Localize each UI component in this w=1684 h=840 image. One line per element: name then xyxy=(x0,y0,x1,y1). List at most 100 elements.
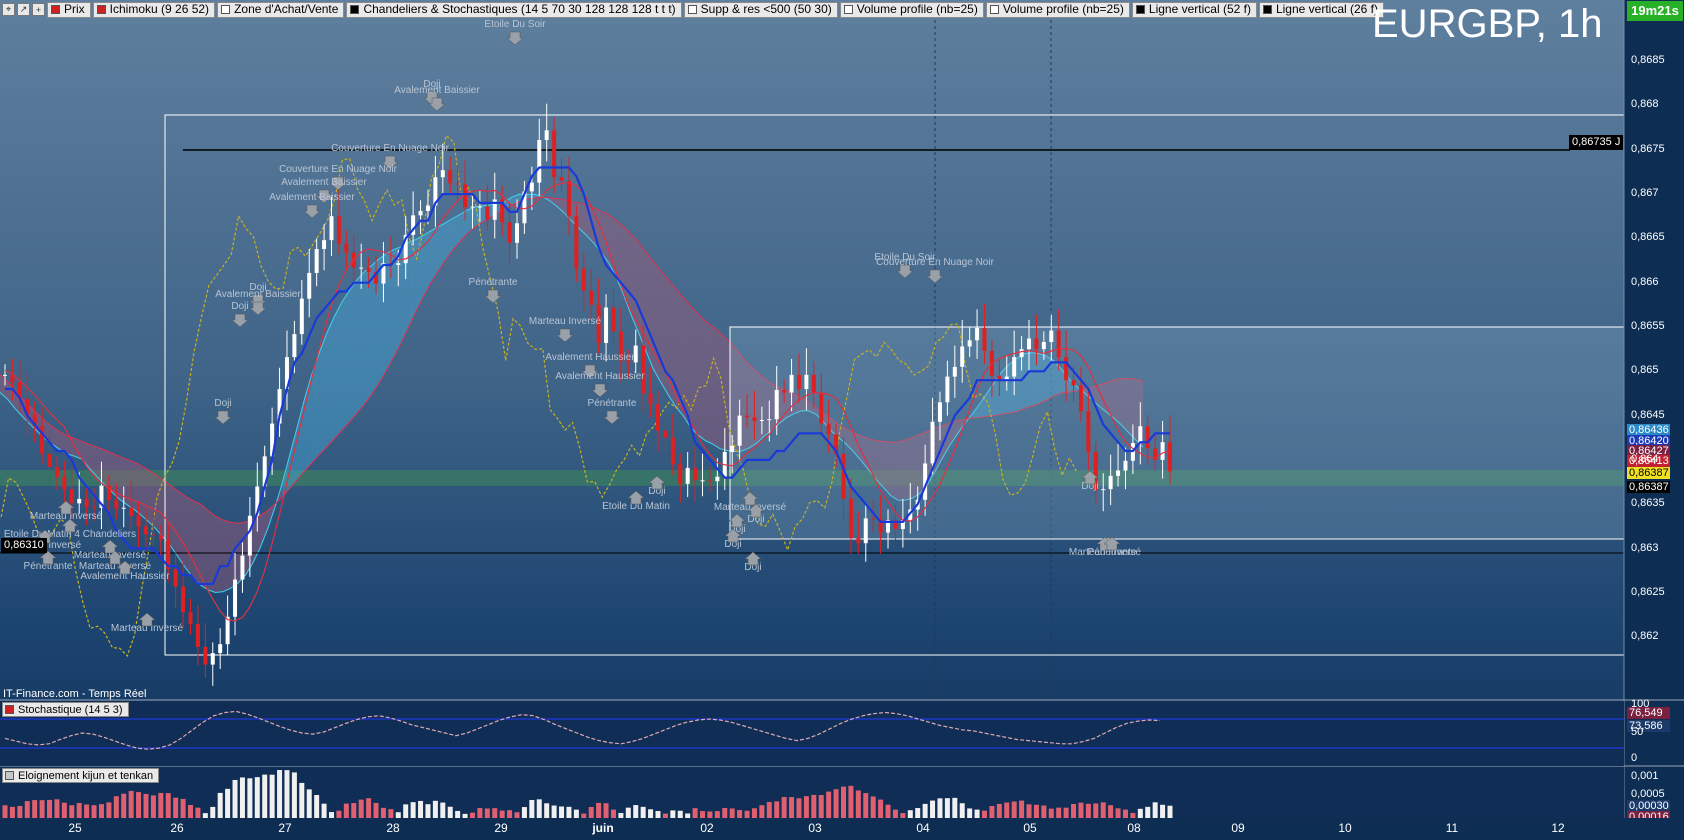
cloud-segment xyxy=(222,519,231,592)
stoch-panel-label[interactable]: Stochastique (14 5 3) xyxy=(2,702,129,717)
crosshair-icon[interactable]: ⌖ xyxy=(2,3,15,16)
candle-body xyxy=(69,489,74,504)
chart-title: EURGBP, 1h xyxy=(1372,2,1603,46)
candle-body xyxy=(752,417,757,421)
eloign-bar xyxy=(989,806,995,818)
time-tick: 11 xyxy=(1445,821,1459,835)
indicator-6[interactable]: Volume profile (nb=25) xyxy=(985,1,1130,18)
eloign-bar xyxy=(455,810,461,818)
price-tick: 0,862 xyxy=(1631,630,1659,643)
time-tick: juin xyxy=(592,821,614,835)
zoom-icon[interactable]: ↗ xyxy=(17,3,30,16)
eloign-bar xyxy=(1063,807,1069,818)
stoch-color-swatch xyxy=(5,705,14,714)
indicator-4[interactable]: Supp & res <500 (50 30) xyxy=(683,1,838,18)
eloign-bar xyxy=(1085,803,1091,818)
main-chart-canvas[interactable]: Etoile Du SoirDojiAvalement BaissierCouv… xyxy=(0,0,1684,840)
candle-body xyxy=(195,623,200,647)
candle-body xyxy=(670,437,675,465)
cloud-segment xyxy=(178,491,186,569)
eloign-bar xyxy=(254,777,260,818)
eloign-bar xyxy=(885,804,891,818)
trading-chart-window: Etoile Du Soir Doji Avalement Baissier Couv… xyxy=(0,0,1684,840)
eloign-bar xyxy=(128,790,134,818)
eloign-bar xyxy=(930,800,936,818)
cloud-segment xyxy=(326,317,335,448)
price-tick: 0,8665 xyxy=(1631,231,1665,244)
cloud-segment xyxy=(423,230,431,298)
indicator-5[interactable]: Volume profile (nb=25) xyxy=(839,1,984,18)
candle-body xyxy=(158,535,163,540)
cloud-segment xyxy=(437,222,446,272)
cloud-segment xyxy=(133,461,142,516)
candle-body xyxy=(611,307,616,332)
time-tick: 04 xyxy=(916,821,930,835)
candle-body xyxy=(143,526,148,535)
cloud-segment xyxy=(556,198,565,213)
candle-body xyxy=(700,480,705,482)
eloign-panel-label[interactable]: Eloignement kijun et tenkan xyxy=(2,768,160,783)
eloign-bar xyxy=(878,799,884,818)
time-tick: 29 xyxy=(494,821,508,835)
indicator-3[interactable]: Chandeliers & Stochastiques (14 5 70 30 … xyxy=(346,1,682,18)
eloign-bar xyxy=(1100,802,1106,818)
eloign-bar xyxy=(299,782,305,818)
arrow-down-icon xyxy=(231,313,249,328)
indicator-swatch xyxy=(843,5,853,14)
cloud-segment xyxy=(319,333,327,455)
candle-body xyxy=(848,498,853,538)
candle-body xyxy=(1078,385,1083,412)
arrow-down-icon xyxy=(249,301,267,316)
resistance-price-label[interactable]: 0,86735 J xyxy=(1569,135,1624,150)
data-source-watermark: IT-Finance.com - Temps Réel xyxy=(3,688,147,700)
candle-body xyxy=(685,467,690,484)
price-tick: 0,864 xyxy=(1631,452,1659,465)
candle-body xyxy=(1160,442,1165,460)
indicator-swatch xyxy=(989,5,999,14)
candle-body xyxy=(537,140,542,183)
indicator-7[interactable]: Ligne vertical (52 f) xyxy=(1131,1,1257,18)
eloign-bar xyxy=(121,793,127,818)
eloign-bar xyxy=(262,774,268,818)
eloign-bar xyxy=(336,810,342,818)
eloign-bar xyxy=(1093,803,1099,818)
arrow-down-icon xyxy=(506,31,524,46)
candle-body xyxy=(1064,357,1069,381)
pattern-label: Etoile Du Soir xyxy=(484,19,546,30)
cloud-segment xyxy=(445,218,453,261)
indicator-1[interactable]: Ichimoku (9 26 52) xyxy=(92,1,216,18)
cloud-segment xyxy=(578,202,587,236)
indicator-0[interactable]: Prix xyxy=(47,1,91,18)
right-price-label: 0,86387 xyxy=(1627,467,1670,479)
eloign-bar xyxy=(959,803,965,818)
pattern-label: Avalement Baissier xyxy=(394,85,480,96)
eloign-bar xyxy=(306,789,312,818)
eloign-bar xyxy=(573,809,579,818)
candle-body xyxy=(1168,442,1172,472)
eloign-bar xyxy=(566,806,572,818)
eloign-bar xyxy=(596,802,602,818)
time-axis[interactable]: 25 26 27 28 29 juin 02 03 04 05 08 09 10 11 12 xyxy=(0,818,1684,840)
stoch-label-text: Stochastique (14 5 3) xyxy=(18,703,123,716)
eloign-bar xyxy=(774,801,780,818)
eloign-bar xyxy=(737,810,743,818)
cloud-segment xyxy=(668,279,676,407)
support-price-label[interactable]: 0,86310 xyxy=(1,538,47,553)
candle-body xyxy=(804,374,809,390)
pattern-label: Couverture En Nuage Noir xyxy=(876,257,995,268)
indicator-8[interactable]: Ligne vertical (26 f) xyxy=(1258,1,1384,18)
candle-body xyxy=(440,170,445,178)
eloign-bar xyxy=(974,809,980,818)
candle-body xyxy=(841,453,846,499)
add-icon[interactable]: + xyxy=(32,3,45,16)
eloign-bar xyxy=(98,804,104,818)
candle-body xyxy=(47,453,52,467)
time-tick: 09 xyxy=(1231,821,1245,835)
time-tick: 08 xyxy=(1127,821,1141,835)
right-price-label: 0,86387 xyxy=(1627,481,1670,493)
eloign-bar xyxy=(1115,808,1121,818)
indicator-2[interactable]: Zone d'Achat/Vente xyxy=(217,1,345,18)
eloign-bar xyxy=(1145,806,1151,818)
candle-body xyxy=(62,476,67,490)
eloign-color-swatch xyxy=(5,771,14,780)
